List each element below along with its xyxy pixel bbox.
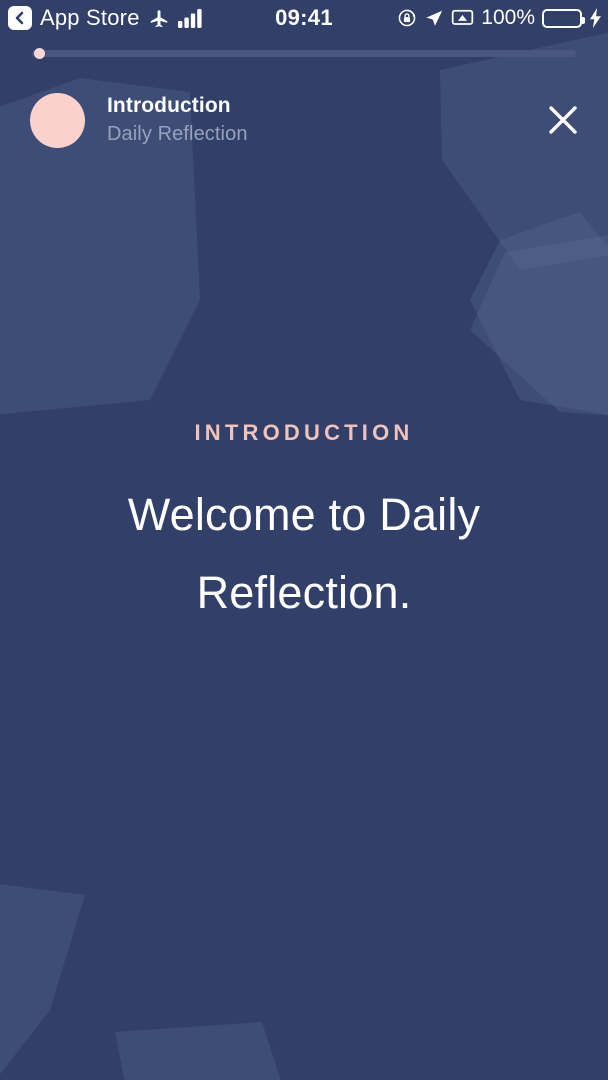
polygon-bottom-left [0, 884, 85, 1075]
lesson-header-text: Introduction Daily Reflection [107, 92, 248, 148]
battery-full-icon [542, 8, 585, 28]
intro-content: Introduction Welcome to Daily Reflection… [0, 420, 608, 632]
battery-percent-label: 100% [481, 6, 535, 29]
progress-indicator-dot [34, 48, 45, 59]
section-eyebrow: Introduction [194, 420, 414, 445]
avatar [30, 92, 85, 148]
rotation-lock-icon [397, 8, 417, 28]
onboarding-progress-bar[interactable] [32, 48, 576, 59]
location-arrow-icon [424, 8, 444, 28]
polygon-right-lower [470, 235, 608, 416]
lesson-subtitle: Daily Reflection [107, 123, 248, 145]
polygon-bottom-mid [115, 1022, 281, 1080]
page-title: Welcome to Daily Reflection. [127, 489, 481, 618]
lesson-title: Introduction [107, 94, 231, 117]
lesson-header: Introduction Daily Reflection [0, 84, 608, 156]
close-button[interactable] [540, 97, 586, 143]
polygon-right-mid [470, 212, 608, 415]
onboarding-screen: App Store 09:41 100% Introduction Daily … [0, 0, 608, 1080]
lightning-bolt-icon [589, 8, 602, 28]
progress-track [32, 50, 576, 57]
close-icon [549, 106, 577, 134]
status-bar-right: 100% [397, 6, 602, 30]
screen-mirroring-icon [451, 8, 474, 28]
status-bar: App Store 09:41 100% [0, 0, 608, 36]
